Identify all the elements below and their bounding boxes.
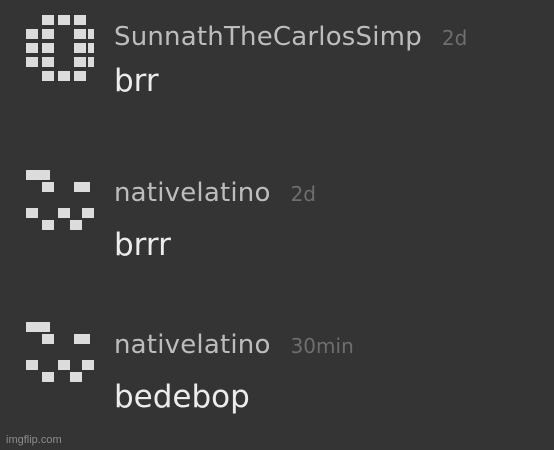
- username-link[interactable]: nativelatino: [114, 330, 271, 360]
- comment-header: nativelatino 30min: [114, 332, 354, 358]
- comment-item: nativelatino 30min bedebop: [0, 306, 554, 450]
- pixel-avatar-icon[interactable]: [24, 13, 96, 85]
- comment-timestamp: 2d: [441, 26, 468, 50]
- comment-item: nativelatino 2d brrr: [0, 154, 554, 304]
- pixel-avatar-icon[interactable]: [24, 168, 96, 240]
- watermark-text: imgflip.com: [6, 434, 62, 446]
- comment-header: SunnathTheCarlosSimp 2d: [114, 24, 467, 50]
- comment-text: brr: [114, 63, 159, 99]
- username-link[interactable]: SunnathTheCarlosSimp: [114, 22, 422, 52]
- comment-text: brrr: [114, 227, 171, 263]
- pixel-avatar-icon[interactable]: [24, 320, 96, 392]
- comment-header: nativelatino 2d: [114, 180, 316, 206]
- comment-timestamp: 2d: [290, 182, 316, 206]
- comment-text: bedebop: [114, 379, 250, 415]
- comment-item: SunnathTheCarlosSimp 2d brr: [0, 0, 554, 150]
- username-link[interactable]: nativelatino: [114, 178, 271, 208]
- comment-timestamp: 30min: [290, 334, 354, 358]
